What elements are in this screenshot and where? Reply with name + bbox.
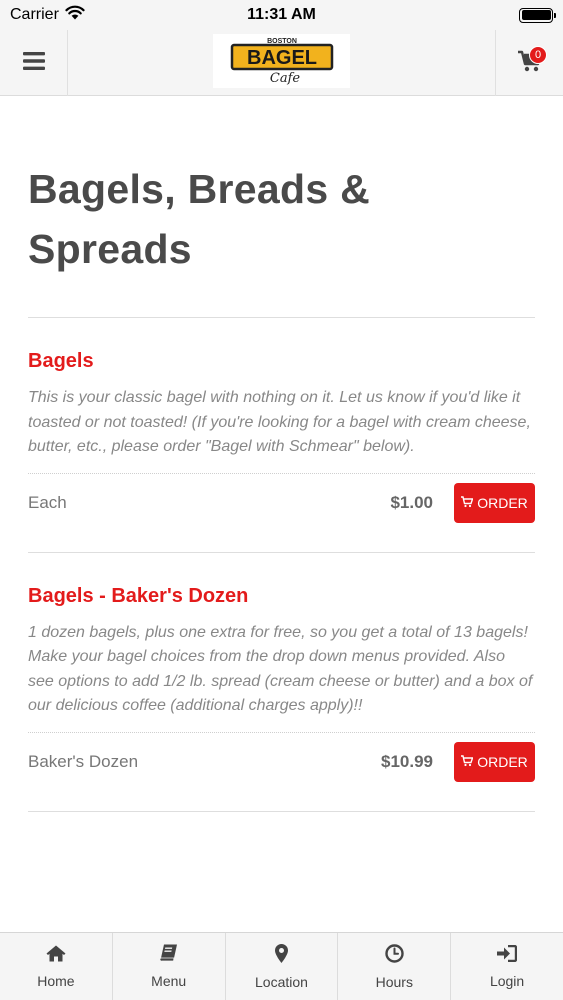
nav-login[interactable]: Login bbox=[451, 933, 563, 1000]
menu-item: Bagels - Baker's Dozen 1 dozen bagels, p… bbox=[28, 553, 535, 812]
item-description: 1 dozen bagels, plus one extra for free,… bbox=[28, 623, 533, 715]
home-icon bbox=[46, 945, 66, 967]
logo-main-text: BAGEL bbox=[247, 47, 317, 69]
nav-hours[interactable]: Hours bbox=[338, 933, 452, 1000]
price-group: $10.99 ORDER bbox=[381, 741, 535, 782]
price-row: Each $1.00 ORDER bbox=[28, 474, 535, 532]
bottom-nav: Home Menu Location Hours Login bbox=[0, 932, 563, 1000]
menu-content[interactable]: Bagels, Breads & Spreads Bagels This is … bbox=[0, 97, 563, 932]
price-value: $1.00 bbox=[390, 492, 433, 512]
app-header: BOSTON BAGEL Cafe 0 bbox=[0, 30, 563, 96]
nav-label: Menu bbox=[151, 973, 187, 989]
cart-button[interactable]: 0 bbox=[495, 30, 563, 96]
order-label: ORDER bbox=[477, 494, 528, 511]
map-pin-icon bbox=[274, 943, 288, 968]
nav-location[interactable]: Location bbox=[226, 933, 339, 1000]
item-name[interactable]: Bagels bbox=[28, 348, 535, 374]
size-label: Baker's Dozen bbox=[28, 751, 139, 771]
hamburger-menu-button[interactable] bbox=[0, 30, 68, 96]
price-row: Baker's Dozen $10.99 ORDER bbox=[28, 733, 535, 791]
order-button[interactable]: ORDER bbox=[454, 482, 535, 523]
nav-home[interactable]: Home bbox=[0, 933, 113, 1000]
hamburger-icon bbox=[22, 51, 45, 75]
nav-label: Hours bbox=[375, 973, 413, 990]
wifi-icon bbox=[65, 5, 85, 25]
cart-count-badge: 0 bbox=[529, 46, 547, 64]
nav-label: Login bbox=[489, 972, 525, 989]
size-label: Each bbox=[28, 492, 67, 512]
clock-icon bbox=[385, 943, 404, 968]
page-title: Bagels, Breads & Spreads bbox=[28, 166, 371, 272]
item-description: This is your classic bagel with nothing … bbox=[28, 389, 531, 455]
battery-icon bbox=[519, 7, 556, 23]
nav-menu[interactable]: Menu bbox=[113, 933, 226, 1000]
book-icon bbox=[159, 944, 178, 967]
sign-in-icon bbox=[497, 944, 518, 967]
brand-logo[interactable]: BOSTON BAGEL Cafe bbox=[213, 34, 350, 88]
item-name[interactable]: Bagels - Baker's Dozen bbox=[28, 583, 535, 609]
cart-plus-icon bbox=[461, 495, 474, 511]
price-value: $10.99 bbox=[381, 751, 433, 771]
menu-item: Bagels This is your classic bagel with n… bbox=[28, 318, 535, 553]
cart-plus-icon bbox=[461, 754, 474, 770]
nav-label: Home bbox=[37, 972, 75, 989]
order-button[interactable]: ORDER bbox=[454, 741, 535, 782]
carrier-label: Carrier bbox=[10, 6, 59, 23]
nav-label: Location bbox=[255, 973, 308, 990]
price-group: $1.00 ORDER bbox=[390, 482, 535, 523]
status-bar: Carrier 11:31 AM bbox=[0, 0, 563, 30]
order-label: ORDER bbox=[477, 753, 528, 770]
logo-script-text: Cafe bbox=[269, 71, 300, 86]
item-divider bbox=[28, 810, 535, 812]
status-left: Carrier bbox=[10, 5, 85, 25]
